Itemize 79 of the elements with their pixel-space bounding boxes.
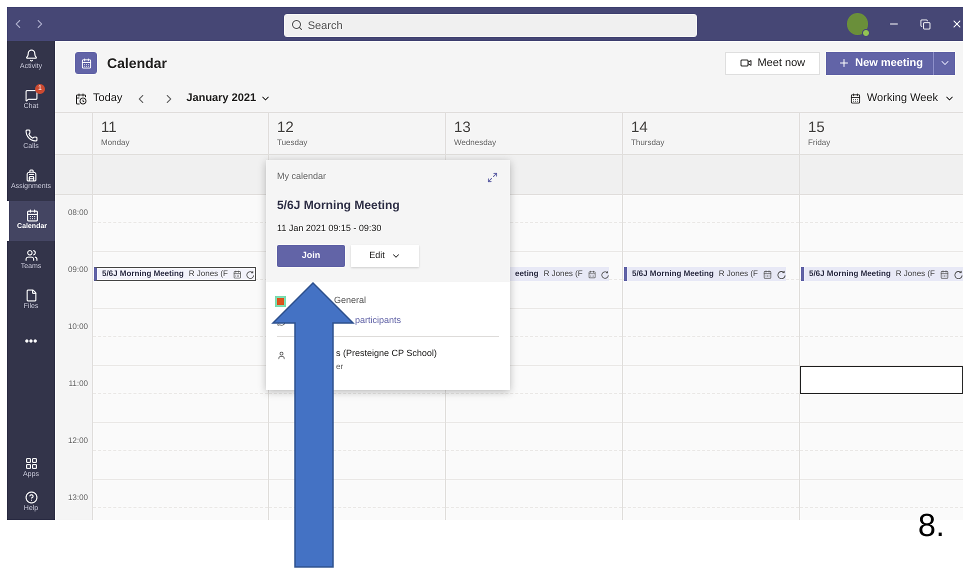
weekday-label: Monday <box>101 137 130 149</box>
help-icon <box>24 491 38 504</box>
calendar-icon <box>232 270 242 278</box>
meeting-time: 11 Jan 2021 09:15 - 09:30 <box>277 222 382 234</box>
chat-icon <box>24 89 38 102</box>
organizer-name: s (Presteigne CP School) <box>336 347 437 360</box>
calendar-icon <box>940 270 949 278</box>
chat-link[interactable]: participants <box>355 314 402 328</box>
search-icon <box>290 18 303 30</box>
hour-label: 08:00 <box>68 208 88 217</box>
app-bar-item[interactable]: ••• <box>7 321 55 361</box>
new-meeting-dropdown[interactable] <box>933 52 955 74</box>
page-title: Calendar <box>107 54 167 72</box>
event-title: 5/6J Morning Meeting <box>102 268 184 280</box>
recurring-icon <box>954 270 963 278</box>
weekday-label: Friday <box>808 137 832 149</box>
event-organizer: R Jones (F <box>896 268 935 280</box>
event-organizer: R Jones (F <box>188 268 228 280</box>
calendar-icon <box>588 270 596 278</box>
selected-time-slot[interactable] <box>800 366 963 394</box>
step-number: 8. <box>918 506 945 545</box>
day-number: 12 <box>277 119 295 137</box>
app-bar-label: ••• <box>24 333 38 350</box>
join-button[interactable]: Join <box>277 245 345 267</box>
calendar-icon <box>762 270 772 278</box>
plus-icon <box>838 57 850 69</box>
phone-icon <box>24 129 38 142</box>
hour-label: 12:00 <box>68 436 88 445</box>
calendar-icon <box>26 209 38 222</box>
today-button[interactable]: Today <box>75 90 122 107</box>
edit-button[interactable]: Edit <box>351 245 419 267</box>
organizer-role: er <box>336 360 344 372</box>
hour-label: 13:00 <box>68 493 88 502</box>
weekday-label: Tuesday <box>277 137 308 149</box>
hour-label: 10:00 <box>68 322 88 331</box>
expand-icon[interactable] <box>487 172 498 183</box>
day-number: 11 <box>101 119 118 137</box>
status-icon <box>862 29 870 37</box>
search-field[interactable]: Search <box>284 14 697 37</box>
calendar-event[interactable]: 5/6J Morning Meeting R Jones (F <box>94 267 256 281</box>
calendar-name: My calendar <box>277 170 326 183</box>
calendar-event[interactable]: 5/6J Morning Meeting R Jones (F <box>801 267 963 281</box>
calendar-icon <box>75 92 87 104</box>
avatar[interactable] <box>846 13 868 35</box>
meeting-title: 5/6J Morning Meeting <box>277 196 401 214</box>
day-number: 15 <box>808 119 826 137</box>
close-icon[interactable] <box>951 18 963 30</box>
channel-name: General <box>334 294 366 308</box>
recurring-icon <box>600 270 609 278</box>
day-number: 14 <box>631 119 649 137</box>
calendar-event[interactable]: eeting R Jones (F <box>510 267 609 281</box>
grid-icon <box>24 457 38 470</box>
bell-icon <box>24 49 38 62</box>
video-camera-icon <box>740 57 752 69</box>
event-title: eeting <box>515 268 539 280</box>
day-number: 13 <box>454 119 472 137</box>
file-icon <box>24 289 38 302</box>
channel-icon <box>277 298 284 304</box>
meet-now-button[interactable]: Meet now <box>725 52 820 74</box>
calendar-app-icon <box>75 52 97 74</box>
month-picker[interactable]: January 2021 <box>186 90 272 107</box>
event-title: 5/6J Morning Meeting <box>632 268 714 280</box>
people-icon <box>24 249 38 262</box>
person-icon <box>277 351 286 360</box>
weekday-label: Wednesday <box>454 137 498 149</box>
restore-icon[interactable] <box>920 18 932 30</box>
hour-label: 11:00 <box>68 379 88 388</box>
event-title: 5/6J Morning Meeting <box>809 268 891 280</box>
hour-label: 09:00 <box>68 265 88 274</box>
event-organizer: R Jones (F <box>544 268 583 280</box>
calendar-icon <box>850 93 861 104</box>
calendar-event[interactable]: 5/6J Morning Meeting R Jones (F <box>624 267 786 281</box>
event-organizer: R Jones (F <box>718 268 758 280</box>
view-picker[interactable]: Working Week <box>850 90 955 107</box>
recurring-icon <box>246 270 255 278</box>
weekday-label: Thursday <box>631 137 666 149</box>
recurring-icon <box>776 270 786 278</box>
backpack-icon <box>24 169 38 182</box>
new-meeting-button[interactable]: New meeting <box>826 52 933 74</box>
